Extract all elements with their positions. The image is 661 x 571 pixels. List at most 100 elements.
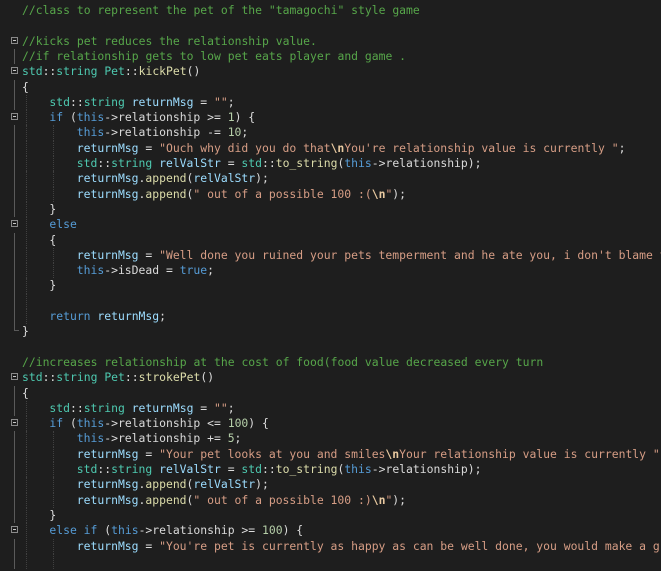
code-line[interactable]: std::string Pet::strokePet() xyxy=(0,370,661,385)
code-text: this->isDead = true; xyxy=(77,263,214,278)
outline-gutter xyxy=(0,278,22,294)
code-line[interactable] xyxy=(0,293,661,309)
token-string: "You're pet is currently as happy as can… xyxy=(159,538,660,553)
indent-guide xyxy=(26,400,27,417)
code-line[interactable]: returnMsg = "Ouch why did you do that\nY… xyxy=(0,140,661,156)
token-escape: \n xyxy=(371,492,386,507)
indent-guide xyxy=(26,309,27,325)
outline-gutter xyxy=(0,462,22,478)
code-line[interactable]: returnMsg.append(" out of a possible 100… xyxy=(0,186,661,202)
collapse-icon[interactable] xyxy=(11,67,18,75)
collapse-icon[interactable] xyxy=(11,526,18,534)
code-line[interactable]: { xyxy=(0,79,661,95)
outline-line xyxy=(14,477,15,493)
outline-gutter xyxy=(0,94,22,111)
code-line[interactable]: //if relationship gets to low pet eats p… xyxy=(0,48,661,65)
code-line[interactable]: } xyxy=(0,278,661,294)
code-line[interactable]: std::string Pet::kickPet() xyxy=(0,64,661,79)
outline-gutter xyxy=(0,446,22,462)
outline-gutter xyxy=(0,416,22,431)
token-class: Pet xyxy=(104,370,125,385)
outline-gutter xyxy=(0,3,22,18)
code-line[interactable]: } xyxy=(0,507,661,524)
collapse-icon[interactable] xyxy=(11,113,18,121)
token-local: relValStr xyxy=(159,462,221,476)
token-plain: ) { xyxy=(248,416,269,431)
outline-gutter xyxy=(0,64,22,79)
code-text: { xyxy=(49,233,56,248)
outline-gutter xyxy=(0,293,22,309)
code-line[interactable]: else xyxy=(0,217,661,233)
code-line[interactable]: if (this->relationship >= 1) { xyxy=(0,110,661,126)
code-line[interactable]: } xyxy=(0,324,661,339)
code-line[interactable]: std::string returnMsg = ""; xyxy=(0,400,661,417)
outline-gutter xyxy=(0,79,22,95)
indent-guide xyxy=(53,477,55,493)
outline-gutter xyxy=(0,125,22,141)
code-line[interactable]: std::string relValStr = std::to_string(t… xyxy=(0,462,661,478)
token-plain: } xyxy=(49,278,57,293)
code-line[interactable]: std::string relValStr = std::to_string(t… xyxy=(0,156,661,172)
code-line[interactable]: returnMsg = "Well done you ruined your p… xyxy=(0,247,661,264)
code-line[interactable]: this->relationship += 5; xyxy=(0,431,661,447)
code-line[interactable]: { xyxy=(0,385,661,401)
code-line[interactable]: } xyxy=(0,201,661,218)
code-line[interactable]: std::string returnMsg = ""; xyxy=(0,94,661,111)
token-keyword: if xyxy=(49,416,64,431)
code-line[interactable]: //class to represent the pet of the "tam… xyxy=(0,3,661,18)
code-line[interactable]: //increases relationship at the cost of … xyxy=(0,355,661,370)
outline-line xyxy=(14,156,15,172)
indent-guide xyxy=(53,492,55,508)
code-editor[interactable]: //class to represent the pet of the "tam… xyxy=(0,0,661,571)
outline-gutter xyxy=(0,186,22,202)
collapse-icon[interactable] xyxy=(11,419,18,427)
code-line[interactable]: this->relationship -= 10; xyxy=(0,125,661,141)
token-local: returnMsg xyxy=(76,186,139,201)
code-line[interactable]: returnMsg = "Your pet looks at you and s… xyxy=(0,446,661,462)
token-plain: } xyxy=(49,201,57,216)
code-line[interactable]: if (this->relationship <= 100) { xyxy=(0,416,661,432)
outline-end xyxy=(14,324,19,332)
token-plain: = xyxy=(220,156,242,170)
code-line[interactable] xyxy=(0,553,661,570)
code-line[interactable] xyxy=(0,18,661,33)
token-member: relationship xyxy=(117,125,201,140)
token-local: relValStr xyxy=(193,171,256,186)
code-line[interactable]: //kicks pet reduces the relationship val… xyxy=(0,34,661,49)
token-escape: \n xyxy=(330,140,345,155)
outline-gutter xyxy=(0,48,22,65)
code-line[interactable]: else if (this->relationship >= 100) { xyxy=(0,523,661,539)
code-text: returnMsg = "You're pet is currently as … xyxy=(77,539,660,554)
outline-line xyxy=(14,94,15,111)
code-line[interactable]: returnMsg.append(relValStr); xyxy=(0,477,661,493)
token-keyword: this xyxy=(76,431,105,446)
collapse-icon[interactable] xyxy=(11,220,18,228)
token-plain: >= xyxy=(234,523,263,538)
code-line[interactable]: returnMsg.append(relValStr); xyxy=(0,171,661,187)
token-escape: \n xyxy=(385,446,400,461)
code-line[interactable]: returnMsg = "You're pet is currently as … xyxy=(0,538,661,554)
token-plain: :: xyxy=(124,64,139,79)
collapse-icon[interactable] xyxy=(11,36,18,44)
token-plain: ( xyxy=(63,416,77,431)
token-plain: ; xyxy=(159,309,166,323)
code-text: } xyxy=(22,324,29,339)
token-plain: :: xyxy=(42,370,57,385)
code-line[interactable]: { xyxy=(0,232,661,248)
code-text: returnMsg = "Your pet looks at you and s… xyxy=(77,447,660,462)
indent-guide xyxy=(26,232,27,248)
code-line[interactable]: return returnMsg; xyxy=(0,309,661,325)
token-class: std xyxy=(241,156,262,170)
collapse-icon[interactable] xyxy=(11,373,18,381)
token-plain: ; xyxy=(234,431,242,446)
indent-guide xyxy=(26,416,27,432)
indent-guide xyxy=(53,186,55,202)
code-text: returnMsg = "Ouch why did you do that\nY… xyxy=(77,141,626,156)
code-line[interactable]: this->isDead = true; xyxy=(0,263,661,279)
code-line[interactable] xyxy=(0,340,661,355)
code-line[interactable]: returnMsg.append(" out of a possible 100… xyxy=(0,492,661,508)
outline-line xyxy=(14,492,15,508)
outline-gutter xyxy=(0,324,22,339)
token-plain: () xyxy=(186,64,201,79)
token-plain: = xyxy=(193,400,215,415)
